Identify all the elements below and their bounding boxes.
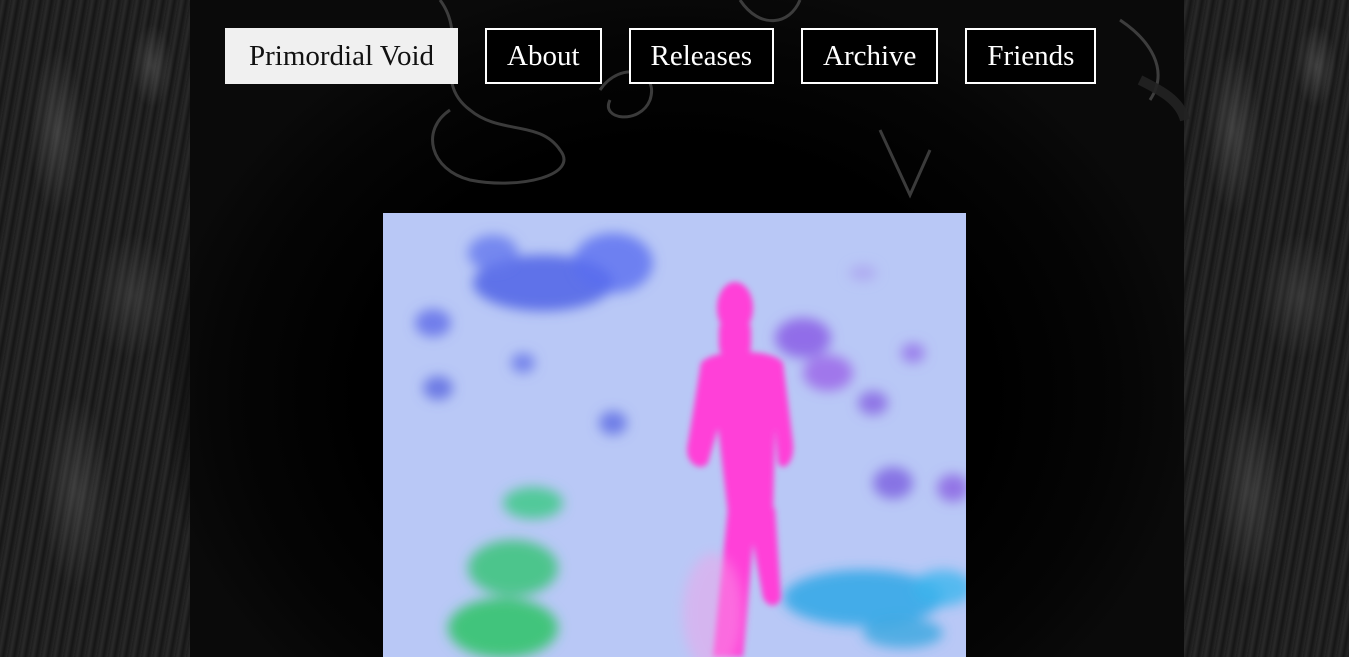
nav-primordial-void[interactable]: Primordial Void xyxy=(225,28,459,84)
video-player[interactable] xyxy=(383,213,966,657)
main-navigation: Primordial Void About Releases Archive F… xyxy=(225,28,1097,84)
nav-about[interactable]: About xyxy=(485,28,602,84)
nav-friends[interactable]: Friends xyxy=(965,28,1097,84)
pink-figure-video-icon xyxy=(383,213,966,657)
nav-releases[interactable]: Releases xyxy=(628,28,774,84)
background-texture-left xyxy=(0,0,190,657)
nav-archive[interactable]: Archive xyxy=(801,28,939,84)
background-texture-right xyxy=(1184,0,1349,657)
